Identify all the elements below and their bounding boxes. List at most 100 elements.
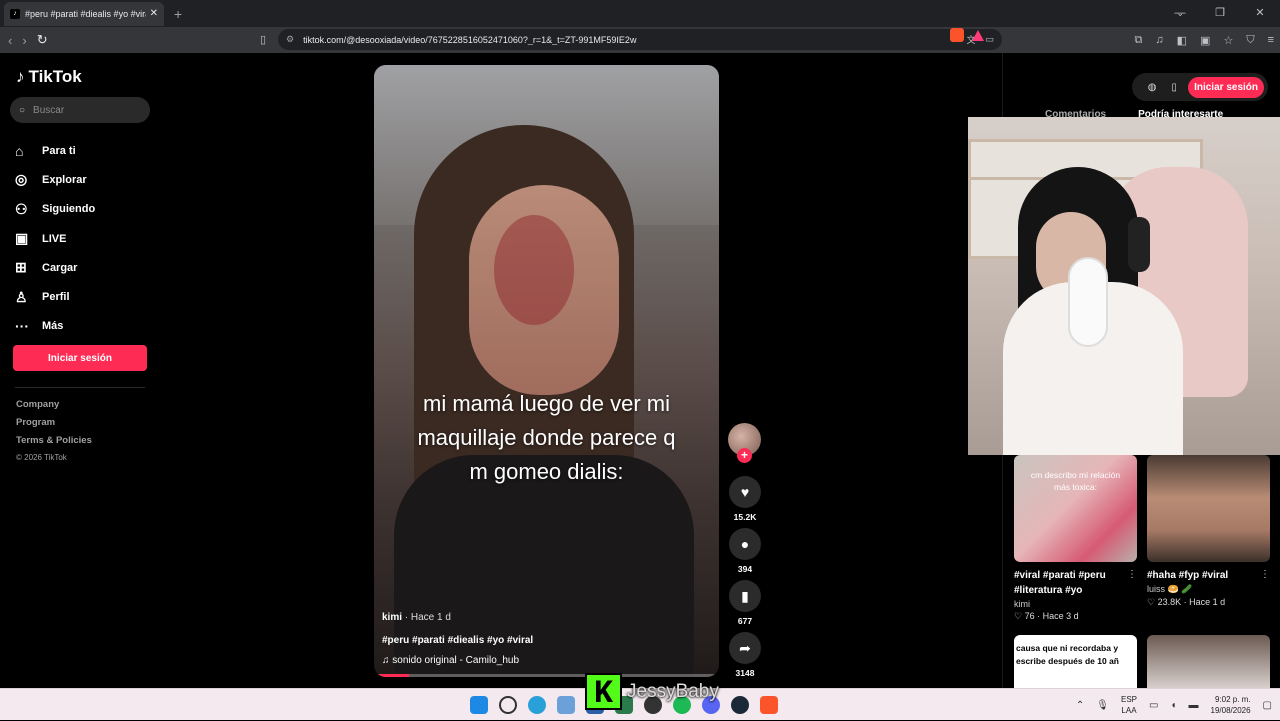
sidebar-item-siguiendo[interactable]: ⚇ Siguiendo [15, 195, 95, 224]
brave-icon[interactable] [760, 696, 778, 714]
brave-shield-icon[interactable] [950, 28, 964, 42]
upload-icon: ⊞ [15, 259, 27, 276]
video-thumbnail[interactable]: cm describo mi relación más toxica: [1014, 455, 1137, 562]
share-action[interactable]: ➦ 3148 [729, 632, 761, 678]
sidebar-item-mas[interactable]: ··· Más [15, 312, 95, 341]
follow-plus-icon[interactable]: + [737, 448, 752, 463]
sidebar-item-label: Perfil [42, 291, 70, 304]
bookmark-icon[interactable]: ▯ [260, 33, 280, 46]
close-tab-icon[interactable]: ✕ [150, 8, 158, 19]
sidebar-item-cargar[interactable]: ⊞ Cargar [15, 253, 95, 282]
chevron-up-icon[interactable]: ⌃ [1076, 700, 1084, 711]
app-icon[interactable] [557, 696, 575, 714]
footer-terms-link[interactable]: Terms & Policies [16, 435, 92, 453]
recommended-video[interactable]: cm describo mi relación más toxica: ⋮ #v… [1014, 455, 1137, 622]
brave-rewards-icon[interactable] [972, 29, 984, 41]
video-player[interactable]: mi mamá luego de ver mi maquillaje donde… [374, 65, 719, 677]
video-stats: ♡ 23.8K · Hace 1 d [1147, 597, 1226, 607]
login-button[interactable]: Iniciar sesión [13, 345, 147, 371]
comment-action[interactable]: ● 394 [729, 528, 761, 574]
recommended-video-thumbnail[interactable]: causa que ni recordaba y escribe después… [1014, 635, 1137, 688]
author-avatar[interactable]: + [728, 423, 761, 463]
reload-icon[interactable]: ↻ [37, 32, 48, 48]
steam-icon[interactable] [731, 696, 749, 714]
copyright: © 2026 TikTok [16, 453, 67, 462]
search-input[interactable]: ○ Buscar [10, 97, 150, 123]
video-title[interactable]: #haha #fyp #viral [1147, 568, 1270, 583]
media-icon[interactable]: ♫ [1155, 34, 1163, 46]
video-user[interactable]: luiss 🥯 🥒 [1147, 584, 1270, 595]
extensions-icon[interactable]: ⧉ [1135, 34, 1143, 47]
windows-start-icon[interactable] [470, 696, 488, 714]
like-count: 76 [1024, 611, 1035, 621]
volume-icon[interactable]: ◖ [1170, 700, 1176, 711]
clock[interactable]: 9:02 p. m. 19/08/2026 [1211, 694, 1251, 716]
tiktok-logo[interactable]: ♪ TikTok [16, 67, 82, 87]
language-indicator[interactable]: ESP LAA [1121, 694, 1137, 716]
more-options-icon[interactable]: ⋮ [1127, 569, 1137, 580]
live-icon: ▣ [15, 230, 29, 247]
menu-icon[interactable]: ≡ [1268, 34, 1274, 46]
sidebar-item-perfil[interactable]: ♙ Perfil [15, 282, 95, 311]
browser-tab-bar: ♪ #peru #parati #diealis #yo #viral ✕ + … [0, 0, 1280, 27]
sidebar-item-para-ti[interactable]: ⌂ Para ti [15, 136, 95, 165]
save-count: 677 [737, 616, 753, 626]
more-icon: ··· [15, 318, 29, 335]
notification-icon[interactable]: ▢ [1263, 700, 1272, 711]
like-action[interactable]: ♥ 15.2K [729, 476, 761, 522]
cast-icon[interactable]: ▭ [985, 34, 994, 45]
edge-icon[interactable] [528, 696, 546, 714]
like-count: 23.8K [1157, 597, 1182, 607]
sidebar-item-label: LIVE [42, 232, 67, 245]
video-caption: mi mamá luego de ver mi maquillaje donde… [374, 387, 719, 489]
footer-program-link[interactable]: Program [16, 417, 92, 435]
video-author[interactable]: kimi [382, 612, 402, 623]
site-info-icon[interactable]: ⚙ [286, 34, 294, 45]
video-thumbnail[interactable] [1147, 455, 1270, 562]
sidebar-item-live[interactable]: ▣ LIVE [15, 224, 95, 253]
sidebar-item-explorar[interactable]: ◎ Explorar [15, 165, 95, 194]
taskbar-search-icon[interactable] [499, 696, 517, 714]
share-icon[interactable]: ➦ [729, 632, 761, 664]
video-progress-bar[interactable] [374, 674, 719, 677]
recommended-video[interactable]: ⋮ #haha #fyp #viral luiss 🥯 🥒 ♡ 23.8K · … [1147, 455, 1270, 608]
logo-text: TikTok [28, 67, 82, 86]
device-icon[interactable]: ▯ [1166, 82, 1182, 93]
sidebar-item-label: Explorar [42, 173, 87, 186]
microphone-icon[interactable]: 🎙 [1096, 700, 1109, 711]
minimize-icon[interactable]: — [1160, 0, 1200, 27]
clock-date: 19/08/2026 [1210, 706, 1251, 715]
comment-icon[interactable]: ● [729, 528, 761, 560]
browser-tab[interactable]: ♪ #peru #parati #diealis #yo #viral ✕ [4, 1, 164, 26]
address-bar[interactable]: ⚙ tiktok.com/@desooxiada/video/767522851… [278, 29, 1002, 50]
forward-icon[interactable]: › [22, 33, 26, 48]
close-window-icon[interactable]: ✕ [1240, 0, 1280, 27]
new-tab-icon[interactable]: + [174, 6, 182, 22]
video-title[interactable]: #viral #parati #peru #literatura #yo [1014, 568, 1137, 598]
video-time-ago: · Hace 1 d [402, 612, 451, 623]
video-hashtags[interactable]: #peru #parati #diealis #yo #viral [382, 635, 533, 646]
heart-icon[interactable]: ♥ [729, 476, 761, 508]
thumbnail-text: cm describo mi relación más toxica: [1030, 470, 1121, 492]
top-right-controls: ◍ ▯ Iniciar sesión [1132, 73, 1268, 101]
bookmark-icon[interactable]: ▮ [729, 580, 761, 612]
vpn-icon[interactable]: ⛉ [1246, 34, 1254, 47]
network-icon[interactable]: ▭ [1149, 700, 1158, 711]
battery-icon[interactable]: ▬ [1189, 700, 1199, 711]
footer-company-link[interactable]: Company [16, 399, 92, 417]
search-placeholder: Buscar [33, 104, 65, 116]
sidebar-icon[interactable]: ◧ [1177, 34, 1187, 47]
more-options-icon[interactable]: ⋮ [1260, 569, 1270, 580]
video-sound[interactable]: ♫ sonido original - Camilo_hub [382, 655, 519, 666]
login-button-top[interactable]: Iniciar sesión [1188, 76, 1264, 98]
wallet-icon[interactable]: ▣ [1200, 34, 1210, 47]
save-action[interactable]: ▮ 677 [729, 580, 761, 626]
video-user[interactable]: kimi [1014, 599, 1137, 609]
recommended-video-thumbnail[interactable] [1147, 635, 1270, 688]
webcam-microphone [1068, 257, 1108, 347]
maximize-icon[interactable]: ❐ [1200, 0, 1240, 27]
back-icon[interactable]: ‹ [8, 33, 12, 48]
sidebar-item-label: Para ti [42, 144, 76, 157]
reading-list-icon[interactable]: ☆ [1223, 34, 1233, 47]
coin-icon[interactable]: ◍ [1144, 82, 1160, 93]
